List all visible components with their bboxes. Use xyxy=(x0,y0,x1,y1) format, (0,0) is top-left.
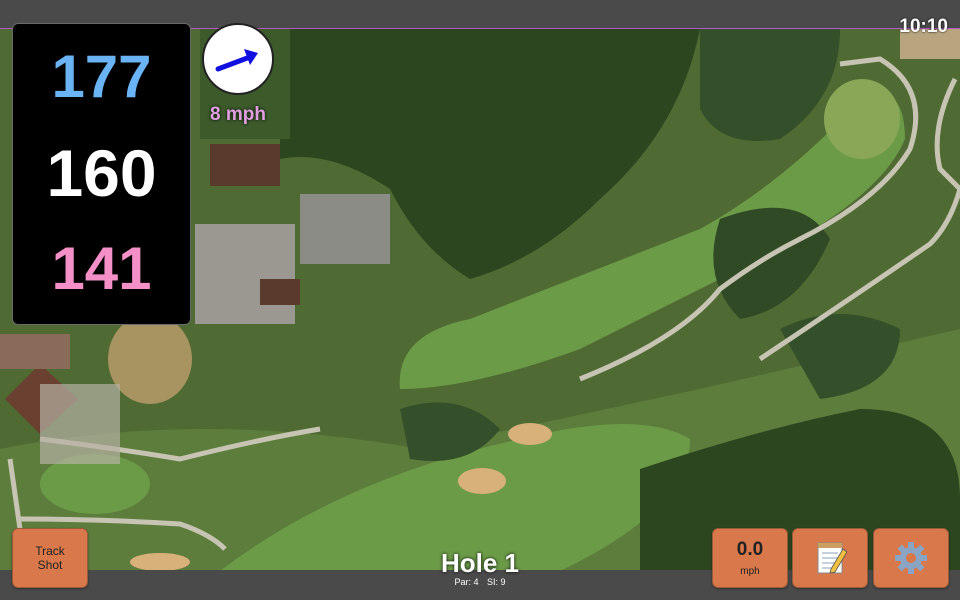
speed-unit: mph xyxy=(740,566,760,577)
speed-button[interactable]: 0.0 mph xyxy=(712,528,788,588)
track-shot-label: Track Shot xyxy=(35,544,65,572)
wind-speed: 8 mph xyxy=(210,104,266,125)
wind-compass xyxy=(202,23,274,95)
wind-direction-arrow-icon xyxy=(215,49,258,72)
distance-panel: 177 160 141 xyxy=(12,23,191,325)
settings-button[interactable] xyxy=(873,528,949,588)
notes-button[interactable] xyxy=(792,528,868,588)
clock: 10:10 xyxy=(899,16,948,37)
front-distance: 141 xyxy=(51,235,152,302)
middle-distance: 160 xyxy=(46,136,157,210)
notepad-icon xyxy=(817,542,848,574)
track-shot-label-line2: Shot xyxy=(37,558,63,572)
speed-value: 0.0 xyxy=(736,539,764,560)
track-shot-label-line1: Track xyxy=(35,544,65,558)
hole-title: Hole 1 xyxy=(440,548,520,578)
hole-info: Par: 4 SI: 9 xyxy=(380,577,580,587)
hole-par: Par: 4 xyxy=(454,577,479,587)
hole-si: SI: 9 xyxy=(487,577,506,587)
gear-icon xyxy=(895,542,927,574)
track-shot-button[interactable]: Track Shot xyxy=(12,528,88,588)
back-distance: 177 xyxy=(51,43,152,110)
